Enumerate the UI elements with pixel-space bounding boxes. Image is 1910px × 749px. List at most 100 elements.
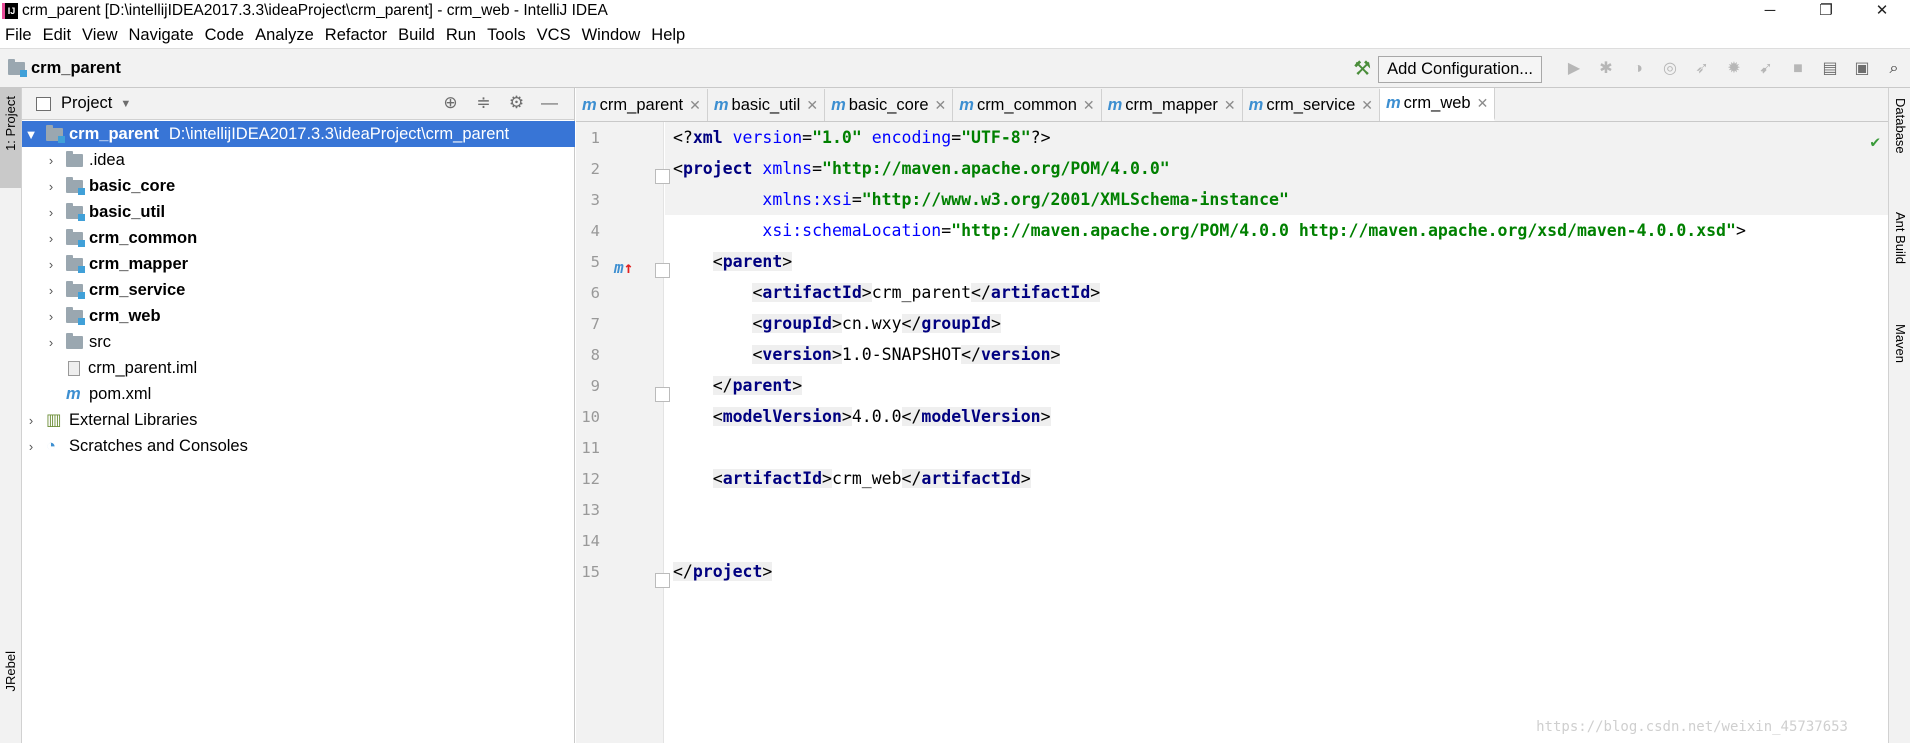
expand-arrow-icon[interactable]: › bbox=[44, 205, 58, 220]
fold-marker-icon[interactable] bbox=[655, 263, 670, 278]
editor-tab[interactable]: m basic_core ✕ bbox=[825, 89, 954, 121]
fold-marker-icon[interactable] bbox=[655, 169, 670, 184]
coverage-icon[interactable]: ◑ bbox=[1627, 58, 1649, 80]
profile-icon[interactable]: ◎ bbox=[1659, 58, 1681, 80]
gear-icon[interactable]: ⚙ bbox=[500, 93, 533, 113]
maven-file-icon: m bbox=[582, 95, 597, 114]
fold-marker-icon[interactable] bbox=[655, 573, 670, 588]
menu-help[interactable]: Help bbox=[646, 26, 691, 45]
locate-icon[interactable]: ⊕ bbox=[434, 93, 467, 113]
close-tab-icon[interactable]: ✕ bbox=[806, 97, 818, 114]
menu-code[interactable]: Code bbox=[200, 26, 250, 45]
expand-arrow-icon[interactable]: › bbox=[24, 413, 38, 428]
code-editor[interactable]: 1 2 3 4 5 6 7 8 9 10 11 12 13 14 15 m↑ <?xml version="… bbox=[576, 122, 1888, 743]
presentation-icon[interactable]: ▣ bbox=[1851, 58, 1873, 80]
hide-panel-icon[interactable]: — bbox=[533, 93, 566, 113]
tree-item[interactable]: › crm_common bbox=[22, 225, 575, 251]
maven-tool-tab[interactable]: Maven bbox=[1893, 324, 1908, 363]
close-button[interactable]: ✕ bbox=[1854, 0, 1910, 22]
minimize-button[interactable]: ─ bbox=[1742, 0, 1798, 22]
restore-button[interactable]: ❐ bbox=[1798, 0, 1854, 22]
jrebel-deploy-icon[interactable]: ➹ bbox=[1755, 58, 1777, 80]
code-line-10: <modelVersion>4.0.0</modelVersion> bbox=[712, 407, 1051, 426]
search-icon[interactable]: ⌕ bbox=[1883, 58, 1905, 80]
menu-navigate[interactable]: Navigate bbox=[124, 26, 200, 45]
intellij-logo-icon: IJ bbox=[2, 3, 18, 19]
tree-item[interactable]: › src bbox=[22, 329, 575, 355]
menu-bar: File Edit View Navigate Code Analyze Ref… bbox=[0, 22, 1910, 48]
fold-marker-icon[interactable] bbox=[655, 387, 670, 402]
menu-analyze[interactable]: Analyze bbox=[250, 26, 320, 45]
tree-item[interactable]: › ▥ External Libraries bbox=[22, 407, 575, 433]
debug-icon[interactable]: ✱ bbox=[1595, 58, 1617, 80]
tree-item[interactable]: › crm_web bbox=[22, 303, 575, 329]
code-line-8: <version>1.0-SNAPSHOT</version> bbox=[752, 345, 1061, 364]
menu-window[interactable]: Window bbox=[577, 26, 647, 45]
menu-run[interactable]: Run bbox=[441, 26, 482, 45]
menu-tools[interactable]: Tools bbox=[482, 26, 532, 45]
tree-item[interactable]: › basic_core bbox=[22, 173, 575, 199]
inspection-ok-icon[interactable]: ✔ bbox=[1870, 132, 1880, 151]
maven-file-icon: m bbox=[959, 95, 974, 114]
module-folder-icon bbox=[8, 59, 27, 77]
close-tab-icon[interactable]: ✕ bbox=[1083, 97, 1095, 114]
ant-build-tool-tab[interactable]: Ant Build bbox=[1893, 212, 1908, 264]
tree-item[interactable]: ▼ crm_parent D:\intellijIDEA2017.3.3\ideaP… bbox=[22, 121, 575, 147]
menu-edit[interactable]: Edit bbox=[38, 26, 77, 45]
run-icon[interactable]: ▶ bbox=[1563, 58, 1585, 80]
collapse-all-icon[interactable]: ≑ bbox=[467, 93, 500, 113]
tree-item-label: crm_parent.iml bbox=[88, 358, 198, 377]
close-tab-icon[interactable]: ✕ bbox=[935, 97, 947, 114]
add-configuration-button[interactable]: Add Configuration... bbox=[1378, 55, 1542, 83]
expand-arrow-icon[interactable]: › bbox=[44, 257, 58, 272]
jrebel-run-icon[interactable]: ➶ bbox=[1691, 58, 1713, 80]
tree-item[interactable]: › ◔ Scratches and Consoles bbox=[22, 433, 575, 459]
close-tab-icon[interactable]: ✕ bbox=[1477, 95, 1489, 112]
tree-item[interactable]: m pom.xml bbox=[22, 381, 575, 407]
expand-arrow-icon[interactable]: ▼ bbox=[24, 127, 38, 142]
breadcrumb[interactable]: crm_parent bbox=[8, 59, 121, 78]
editor-tab[interactable]: m basic_util ✕ bbox=[708, 89, 826, 121]
chevron-down-icon: ▼ bbox=[120, 97, 132, 110]
editor-tab[interactable]: m crm_mapper ✕ bbox=[1102, 89, 1243, 121]
tree-item[interactable]: crm_parent.iml bbox=[22, 355, 575, 381]
stop-icon[interactable]: ■ bbox=[1787, 58, 1809, 80]
editor-tab[interactable]: m crm_service ✕ bbox=[1243, 89, 1380, 121]
close-tab-icon[interactable]: ✕ bbox=[1361, 97, 1373, 114]
project-tool-tab[interactable]: 1: Project bbox=[0, 88, 21, 188]
menu-refactor[interactable]: Refactor bbox=[320, 26, 393, 45]
expand-arrow-icon[interactable]: › bbox=[24, 439, 38, 454]
database-tool-tab[interactable]: Database bbox=[1893, 98, 1908, 154]
editor-tab[interactable]: m crm_parent ✕ bbox=[576, 89, 708, 121]
expand-arrow-icon[interactable]: › bbox=[44, 179, 58, 194]
line-number: 13 bbox=[581, 501, 600, 519]
expand-arrow-icon[interactable]: › bbox=[44, 335, 58, 350]
jrebel-tool-tab[interactable]: JRebel bbox=[0, 643, 21, 733]
menu-file[interactable]: File bbox=[0, 26, 38, 45]
module-folder-icon bbox=[46, 124, 65, 143]
tree-item[interactable]: › crm_mapper bbox=[22, 251, 575, 277]
editor-tab[interactable]: m crm_common ✕ bbox=[953, 89, 1102, 121]
jrebel-tool-tab-label: JRebel bbox=[3, 651, 18, 692]
expand-arrow-icon[interactable]: › bbox=[44, 231, 58, 246]
tree-item[interactable]: › crm_service bbox=[22, 277, 575, 303]
tree-item[interactable]: › basic_util bbox=[22, 199, 575, 225]
expand-arrow-icon[interactable]: › bbox=[44, 153, 58, 168]
expand-arrow-icon[interactable]: › bbox=[44, 309, 58, 324]
maven-parent-gutter-icon[interactable]: m↑ bbox=[614, 258, 633, 277]
menu-vcs[interactable]: VCS bbox=[532, 26, 577, 45]
menu-view[interactable]: View bbox=[77, 26, 123, 45]
jrebel-debug-icon[interactable]: ✹ bbox=[1723, 58, 1745, 80]
project-panel-title: Project bbox=[61, 94, 113, 112]
project-view-selector[interactable]: Project ▼ bbox=[36, 94, 131, 113]
editor-tab[interactable]: m crm_web ✕ bbox=[1379, 88, 1496, 121]
expand-arrow-icon[interactable]: › bbox=[44, 283, 58, 298]
code-line-6: <artifactId>crm_parent</artifactId> bbox=[752, 283, 1101, 302]
build-hammer-icon[interactable]: ⚒ bbox=[1351, 58, 1373, 80]
project-view-icon bbox=[36, 96, 51, 111]
tree-item[interactable]: › .idea bbox=[22, 147, 575, 173]
close-tab-icon[interactable]: ✕ bbox=[1224, 97, 1236, 114]
menu-build[interactable]: Build bbox=[393, 26, 441, 45]
project-structure-icon[interactable]: ▤ bbox=[1819, 58, 1841, 80]
close-tab-icon[interactable]: ✕ bbox=[689, 97, 701, 114]
